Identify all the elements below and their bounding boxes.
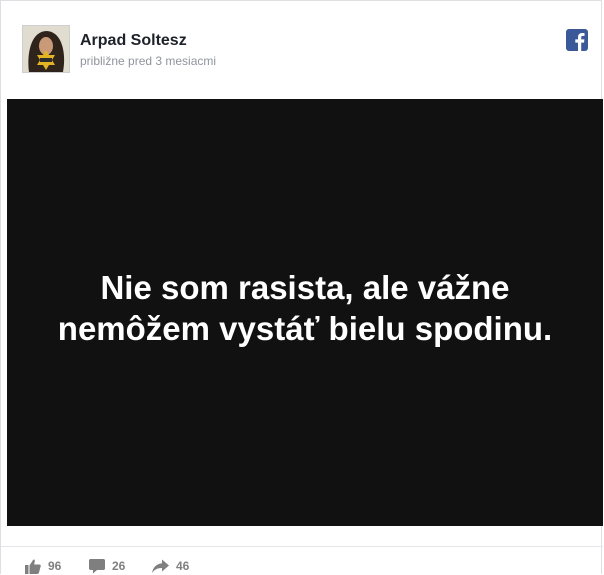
embedded-post-card: Arpad Soltesz približne pred 3 mesiacmi …: [0, 0, 603, 575]
author-avatar[interactable]: [22, 25, 70, 73]
avatar-image: [23, 26, 69, 72]
comment-count: 26: [112, 559, 126, 573]
like-count: 96: [48, 559, 62, 573]
post-header: Arpad Soltesz približne pred 3 mesiacmi: [1, 1, 601, 89]
like-count-button[interactable]: 96: [25, 558, 61, 574]
facebook-icon[interactable]: [566, 29, 588, 51]
post-image[interactable]: Nie som rasista, ale vážne nemôžem vystá…: [7, 99, 603, 526]
share-count: 46: [176, 559, 190, 573]
comment-bubble-icon: [89, 558, 105, 573]
share-arrow-icon: [152, 559, 169, 573]
post-image-text: Nie som rasista, ale vážne nemôžem vystá…: [57, 269, 553, 347]
post-timestamp[interactable]: približne pred 3 mesiacmi: [80, 54, 216, 68]
post-footer: 96 26 46: [1, 546, 603, 575]
author-name[interactable]: Arpad Soltesz: [80, 32, 187, 50]
thumbs-up-icon: [25, 558, 41, 574]
share-count-button[interactable]: 46: [152, 558, 189, 574]
comment-count-button[interactable]: 26: [89, 558, 125, 574]
